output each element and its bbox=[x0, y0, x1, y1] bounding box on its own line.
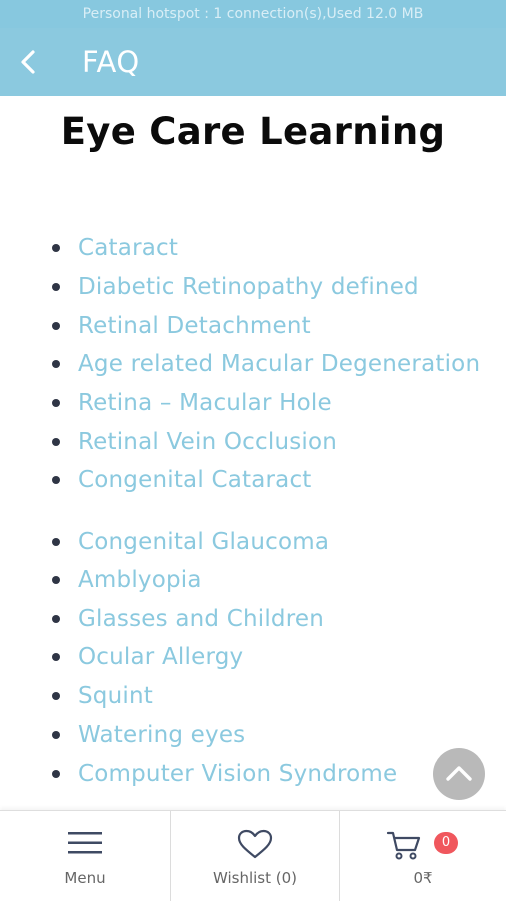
status-bar: Personal hotspot : 1 connection(s),Used … bbox=[0, 0, 506, 28]
topic-link[interactable]: Amblyopia bbox=[78, 567, 202, 593]
status-text: Personal hotspot : 1 connection(s),Used … bbox=[82, 6, 424, 22]
topic-link[interactable]: Cataract bbox=[78, 235, 178, 261]
topic-list-item: Glasses and Children bbox=[52, 604, 324, 634]
cart-total-label: 0₹ bbox=[413, 869, 433, 887]
wishlist-nav-button[interactable]: Wishlist (0) bbox=[171, 811, 339, 901]
bullet-icon bbox=[52, 244, 60, 252]
bullet-icon bbox=[52, 438, 60, 446]
bullet-icon bbox=[52, 283, 60, 291]
cart-icon bbox=[386, 831, 421, 860]
cart-nav-button[interactable]: 0₹ bbox=[340, 811, 506, 901]
topic-link[interactable]: Retinal Vein Occlusion bbox=[78, 429, 337, 455]
bullet-icon bbox=[52, 653, 60, 661]
topic-link[interactable]: Age related Macular Degeneration bbox=[78, 351, 480, 377]
back-button[interactable] bbox=[14, 46, 44, 78]
bullet-icon bbox=[52, 731, 60, 739]
bullet-icon bbox=[52, 399, 60, 407]
page-title: Eye Care Learning bbox=[60, 110, 446, 153]
topic-link[interactable]: Congenital Cataract bbox=[78, 467, 312, 493]
topic-list-item: Retina – Macular Hole bbox=[52, 388, 332, 418]
topic-link[interactable]: Watering eyes bbox=[78, 722, 245, 748]
hamburger-icon bbox=[68, 832, 102, 854]
bullet-icon bbox=[52, 538, 60, 546]
topic-list-item: Squint bbox=[52, 681, 153, 711]
topic-list-item: Congenital Cataract bbox=[52, 465, 312, 495]
menu-label: Menu bbox=[64, 869, 106, 887]
bullet-icon bbox=[52, 576, 60, 584]
topic-list-item: Cataract bbox=[52, 233, 178, 263]
heart-icon bbox=[237, 829, 273, 859]
bullet-icon bbox=[52, 322, 60, 330]
topic-link[interactable]: Glasses and Children bbox=[78, 606, 324, 632]
topic-list-item: Congenital Glaucoma bbox=[52, 527, 329, 557]
topic-link[interactable]: Squint bbox=[78, 683, 153, 709]
bullet-icon bbox=[52, 692, 60, 700]
bullet-icon bbox=[52, 770, 60, 778]
topic-link[interactable]: Retinal Detachment bbox=[78, 313, 311, 339]
menu-nav-button[interactable]: Menu bbox=[0, 811, 170, 901]
topic-link[interactable]: Congenital Glaucoma bbox=[78, 529, 329, 555]
chevron-left-icon bbox=[21, 50, 35, 74]
scroll-to-top-button[interactable] bbox=[433, 748, 485, 800]
topic-list-item: Watering eyes bbox=[52, 720, 245, 750]
topic-list-item: Ocular Allergy bbox=[52, 642, 243, 672]
topic-list-item: Age related Macular Degeneration bbox=[52, 349, 480, 379]
bullet-icon bbox=[52, 360, 60, 368]
bullet-icon bbox=[52, 476, 60, 484]
topic-link[interactable]: Computer Vision Syndrome bbox=[78, 761, 397, 787]
topic-list-item: Computer Vision Syndrome bbox=[52, 759, 397, 789]
chevron-up-icon bbox=[446, 766, 472, 781]
wishlist-label: Wishlist (0) bbox=[212, 869, 298, 887]
topic-link[interactable]: Retina – Macular Hole bbox=[78, 390, 332, 416]
topic-list-item: Retinal Vein Occlusion bbox=[52, 427, 337, 457]
topic-link[interactable]: Ocular Allergy bbox=[78, 644, 243, 670]
app-bar: FAQ bbox=[0, 28, 506, 96]
cart-count-badge: 0 bbox=[434, 832, 458, 854]
topic-list-item: Amblyopia bbox=[52, 565, 202, 595]
bottom-navigation: Menu Wishlist (0) 0₹ bbox=[0, 810, 506, 901]
topic-link[interactable]: Diabetic Retinopathy defined bbox=[78, 274, 419, 300]
bullet-icon bbox=[52, 615, 60, 623]
topic-list-item: Diabetic Retinopathy defined bbox=[52, 272, 419, 302]
topic-list-item: Retinal Detachment bbox=[52, 311, 311, 341]
app-title: FAQ bbox=[82, 45, 140, 79]
